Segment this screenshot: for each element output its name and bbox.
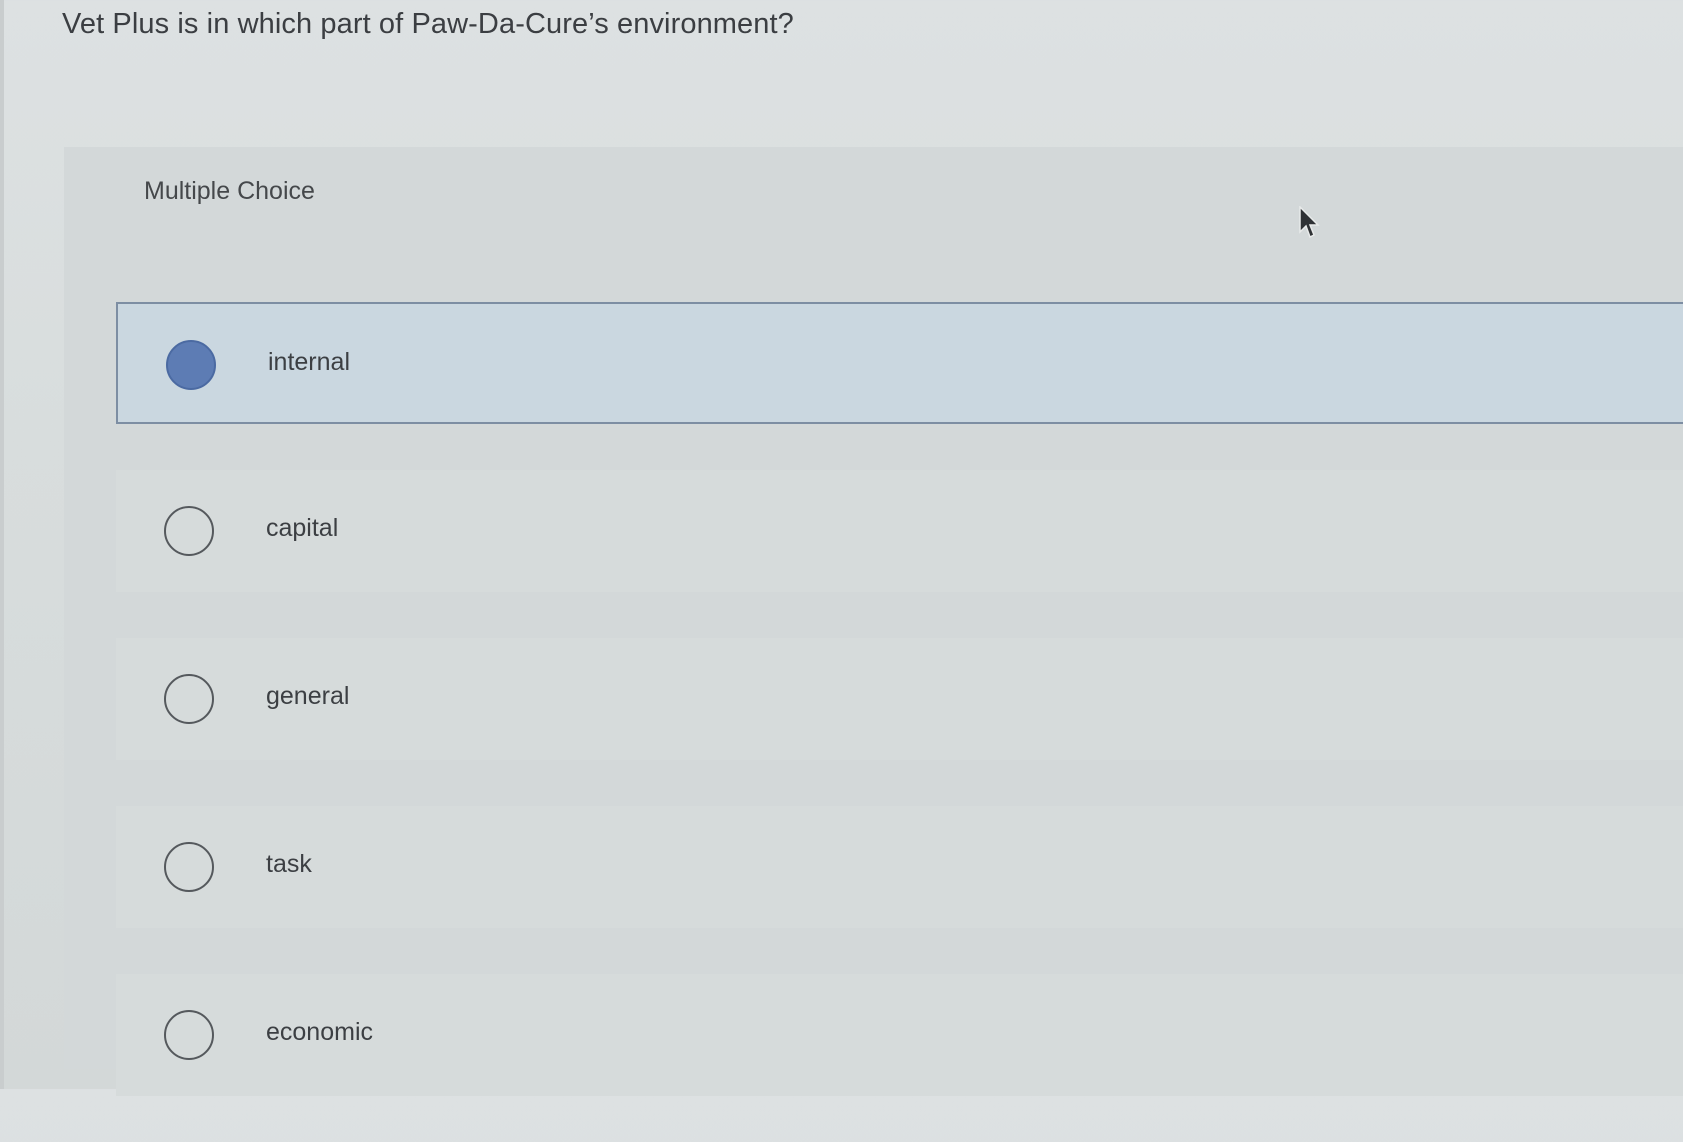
window-edge: [0, 0, 4, 1089]
radio-unselected-icon[interactable]: [164, 674, 214, 724]
radio-selected-icon[interactable]: [166, 340, 216, 390]
answer-options: internal capital general task economic: [116, 302, 1683, 1142]
question-type-label: Multiple Choice: [144, 177, 315, 205]
radio-unselected-icon[interactable]: [164, 1010, 214, 1060]
answer-option-task[interactable]: task: [116, 806, 1683, 928]
question-text: Vet Plus is in which part of Paw-Da-Cure…: [62, 8, 794, 40]
answer-option-label: general: [266, 682, 350, 710]
answer-option-label: task: [266, 850, 312, 878]
answer-option-internal[interactable]: internal: [116, 302, 1683, 424]
answer-option-label: capital: [266, 514, 339, 542]
answer-option-label: internal: [268, 348, 350, 376]
answer-option-capital[interactable]: capital: [116, 470, 1683, 592]
answer-option-economic[interactable]: economic: [116, 974, 1683, 1096]
radio-unselected-icon[interactable]: [164, 842, 214, 892]
answer-option-general[interactable]: general: [116, 638, 1683, 760]
radio-unselected-icon[interactable]: [164, 506, 214, 556]
answer-option-label: economic: [266, 1018, 373, 1046]
mouse-pointer-icon: [1299, 206, 1320, 239]
multiple-choice-panel: Multiple Choice internal capital general…: [64, 147, 1683, 1096]
